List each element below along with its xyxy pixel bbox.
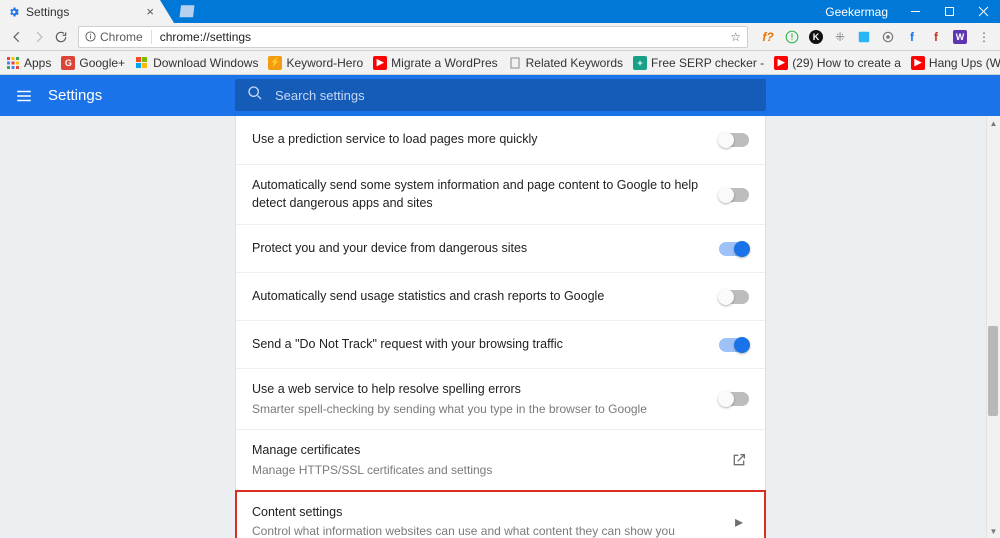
ext-icon-6[interactable] bbox=[878, 27, 898, 47]
scrollbar[interactable]: ▲ ▼ bbox=[986, 116, 1000, 538]
scroll-down-button[interactable]: ▼ bbox=[987, 524, 1000, 538]
window-minimize-button[interactable] bbox=[898, 0, 932, 23]
info-icon bbox=[85, 31, 96, 42]
setting-row-protect[interactable]: Protect you and your device from dangero… bbox=[236, 224, 765, 272]
setting-row-dnt[interactable]: Send a "Do Not Track" request with your … bbox=[236, 320, 765, 368]
external-link-icon bbox=[729, 452, 749, 468]
settings-header: Settings bbox=[0, 75, 1000, 116]
settings-search-input[interactable] bbox=[275, 88, 754, 103]
settings-search[interactable] bbox=[235, 79, 766, 111]
ext-icon-9[interactable]: W bbox=[950, 27, 970, 47]
setting-row-safebrowsing-report[interactable]: Automatically send some system informati… bbox=[236, 164, 765, 224]
gear-icon bbox=[8, 6, 20, 18]
toolbar-right-icons: f? K ⁜ f f W ⋮ bbox=[754, 27, 994, 47]
bookmarks-bar: Apps GGoogle+ Download Windows ⚡Keyword-… bbox=[0, 51, 1000, 75]
bookmark-item[interactable]: ▶(29) How to create a bbox=[774, 56, 901, 70]
youtube-icon: ▶ bbox=[911, 56, 925, 70]
settings-title: Settings bbox=[48, 87, 102, 104]
settings-content: Use a prediction service to load pages m… bbox=[0, 116, 1000, 538]
bookmark-apps[interactable]: Apps bbox=[6, 56, 51, 70]
toggle-switch[interactable] bbox=[719, 133, 749, 147]
tab-close-icon[interactable]: × bbox=[146, 4, 154, 19]
window-close-button[interactable] bbox=[966, 0, 1000, 23]
bookmark-item[interactable]: Download Windows bbox=[135, 56, 258, 70]
toggle-switch[interactable] bbox=[719, 338, 749, 352]
setting-row-prediction[interactable]: Use a prediction service to load pages m… bbox=[236, 116, 765, 164]
bookmark-item[interactable]: ▶Hang Ups (Want You bbox=[911, 56, 1000, 70]
omnibox[interactable]: Chrome chrome://settings ☆ bbox=[78, 26, 748, 48]
window-titlebar: Settings × Geekermag bbox=[0, 0, 1000, 23]
ext-icon-1[interactable]: f? bbox=[758, 27, 778, 47]
setting-row-spelling[interactable]: Use a web service to help resolve spelli… bbox=[236, 368, 765, 429]
forward-button[interactable] bbox=[28, 26, 50, 48]
bookmark-item[interactable]: ⚡Keyword-Hero bbox=[268, 56, 363, 70]
bookmark-item[interactable]: ▶Migrate a WordPres bbox=[373, 56, 497, 70]
gplus-icon: G bbox=[61, 56, 75, 70]
browser-toolbar: Chrome chrome://settings ☆ f? K ⁜ f f W … bbox=[0, 23, 1000, 51]
ext-icon-2[interactable] bbox=[782, 27, 802, 47]
page-icon bbox=[508, 56, 522, 70]
setting-row-usage-stats[interactable]: Automatically send usage statistics and … bbox=[236, 272, 765, 320]
bookmark-star-icon[interactable]: ☆ bbox=[730, 30, 741, 44]
bookmark-item[interactable]: Related Keywords bbox=[508, 56, 623, 70]
ext-icon-5[interactable] bbox=[854, 27, 874, 47]
settings-card: Use a prediction service to load pages m… bbox=[235, 116, 766, 538]
browser-tab[interactable]: Settings × bbox=[0, 0, 160, 23]
tab-edge bbox=[160, 0, 174, 23]
apps-icon bbox=[6, 56, 20, 70]
youtube-icon: ▶ bbox=[774, 56, 788, 70]
ext-icon-3[interactable]: K bbox=[806, 27, 826, 47]
serp-icon: + bbox=[633, 56, 647, 70]
chrome-menu-button[interactable]: ⋮ bbox=[974, 27, 994, 47]
scroll-up-button[interactable]: ▲ bbox=[987, 116, 1000, 130]
chevron-right-icon: ▸ bbox=[729, 512, 749, 532]
toggle-switch[interactable] bbox=[719, 290, 749, 304]
ext-icon-8[interactable]: f bbox=[926, 27, 946, 47]
scrollbar-thumb[interactable] bbox=[988, 326, 998, 416]
new-tab-button[interactable] bbox=[178, 4, 196, 20]
ext-icon-4[interactable]: ⁜ bbox=[830, 27, 850, 47]
back-button[interactable] bbox=[6, 26, 28, 48]
window-user-label: Geekermag bbox=[825, 5, 888, 19]
bookmark-item[interactable]: +Free SERP checker - bbox=[633, 56, 764, 70]
omnibox-chip: Chrome bbox=[85, 30, 152, 44]
hamburger-button[interactable] bbox=[0, 87, 48, 105]
bookmark-item[interactable]: GGoogle+ bbox=[61, 56, 125, 70]
setting-row-certificates[interactable]: Manage certificates Manage HTTPS/SSL cer… bbox=[236, 429, 765, 490]
tab-title: Settings bbox=[26, 5, 69, 19]
omnibox-url: chrome://settings bbox=[160, 30, 731, 44]
window-maximize-button[interactable] bbox=[932, 0, 966, 23]
windows-icon bbox=[135, 56, 149, 70]
toggle-switch[interactable] bbox=[719, 242, 749, 256]
kh-icon: ⚡ bbox=[268, 56, 282, 70]
search-icon bbox=[247, 85, 263, 106]
reload-button[interactable] bbox=[50, 26, 72, 48]
toggle-switch[interactable] bbox=[719, 188, 749, 202]
toggle-switch[interactable] bbox=[719, 392, 749, 406]
youtube-icon: ▶ bbox=[373, 56, 387, 70]
ext-icon-7[interactable]: f bbox=[902, 27, 922, 47]
setting-row-content-settings[interactable]: Content settings Control what informatio… bbox=[236, 491, 765, 538]
